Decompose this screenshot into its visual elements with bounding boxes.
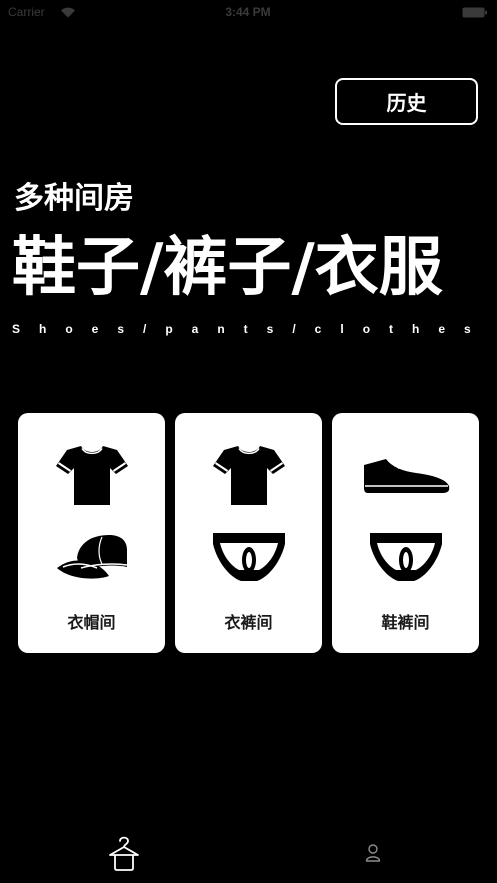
wifi-icon: [60, 6, 76, 18]
hanger-icon: [107, 835, 141, 871]
t-shirt-icon: [175, 443, 322, 507]
hero-subtitle: 多种间房: [14, 181, 134, 216]
underpants-icon: [332, 531, 479, 583]
room-card-label: 鞋裤间: [381, 613, 430, 632]
hero-tagline: Shoes/pants/clothes: [12, 322, 490, 336]
shoe-icon: [332, 443, 479, 507]
tab-wardrobe[interactable]: [0, 826, 249, 880]
room-card-shoes[interactable]: 鞋裤间: [332, 413, 479, 653]
battery-icon: [462, 7, 488, 18]
cap-icon: [18, 531, 165, 583]
underpants-icon: [175, 531, 322, 583]
history-button[interactable]: 历史: [335, 78, 478, 125]
hero-title: 鞋子/裤子/衣服: [12, 231, 443, 305]
room-card-label: 衣帽间: [67, 613, 116, 632]
room-card-label: 衣裤间: [224, 613, 273, 632]
room-card-pants[interactable]: 衣裤间: [175, 413, 322, 653]
room-card-hat[interactable]: 衣帽间: [18, 413, 165, 653]
t-shirt-icon: [18, 443, 165, 507]
carrier-label: Carrier: [8, 5, 45, 19]
status-time: 3:44 PM: [225, 5, 271, 19]
status-bar: Carrier 3:44 PM: [0, 0, 497, 22]
tab-profile[interactable]: [249, 826, 497, 880]
person-icon: [365, 844, 381, 862]
tab-bar: [0, 826, 497, 880]
